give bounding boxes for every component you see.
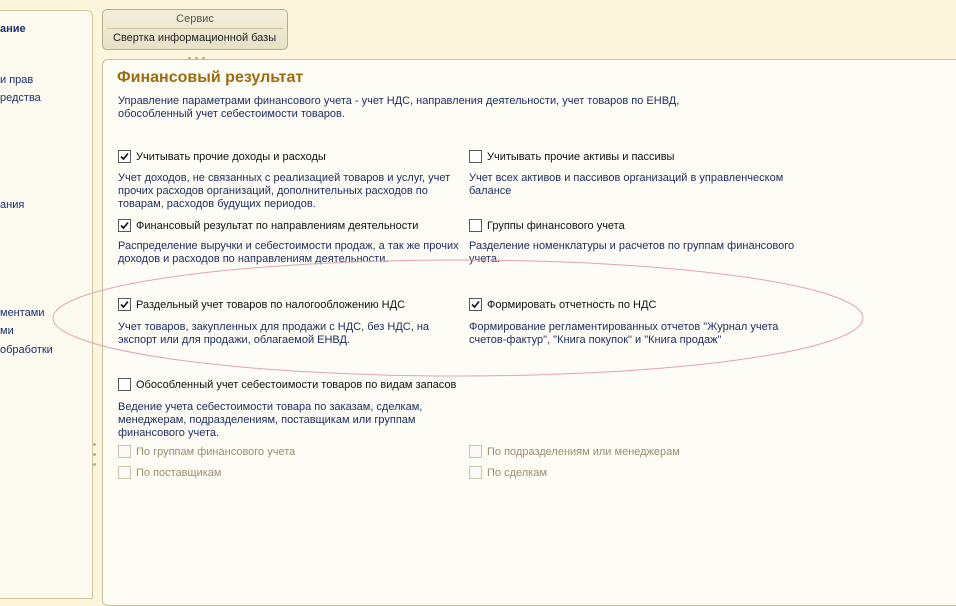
checkbox[interactable] (118, 298, 131, 311)
description-line: Формирование регламентированных отчетов … (469, 321, 779, 333)
description-line: Учет доходов, не связанных с реализацией… (118, 172, 451, 184)
option-other-assets-liabilities[interactable]: Учитывать прочие активы и пассивы (469, 150, 674, 163)
check-icon (120, 221, 129, 230)
option-separate-vat-accounting[interactable]: Раздельный учет товаров по налогообложен… (118, 298, 405, 311)
option-description: Разделение номенклатуры и расчетов по гр… (469, 240, 794, 266)
option-label: Раздельный учет товаров по налогообложен… (136, 298, 406, 311)
description-line: счетов-фактур", "Книга покупок" и "Книга… (469, 334, 722, 346)
option-description: Ведение учета себестоимости товара по за… (118, 401, 422, 440)
option-description: Учет товаров, закупленных для продажи с … (118, 321, 429, 347)
option-description: Учет всех активов и пассивов организаций… (469, 172, 783, 198)
nav-item-0[interactable]: ание (0, 23, 26, 35)
checkbox[interactable] (118, 219, 131, 232)
option-label: По подразделениям или менеджерам (487, 445, 680, 458)
checkbox[interactable] (469, 466, 482, 479)
option-label: Учитывать прочие доходы и расходы (136, 150, 326, 163)
option-separate-cost-accounting[interactable]: Обособленный учет себестоимости товаров … (118, 378, 456, 391)
check-icon (120, 152, 129, 161)
description-line: экспорт или для продажи, облагаемой ЕНВД… (118, 334, 351, 346)
description-line: финансового учета. (118, 427, 220, 439)
option-label: Формировать отчетность по НДС (487, 298, 657, 311)
option-vat-reports[interactable]: Формировать отчетность по НДС (469, 298, 656, 311)
nav-item-6[interactable]: обработки (0, 344, 53, 356)
nav-item-1[interactable]: и прав (0, 74, 33, 86)
description-line: учета. (469, 253, 501, 265)
check-icon (471, 300, 480, 309)
option-financial-groups[interactable]: Группы финансового учета (469, 219, 625, 232)
check-icon (120, 300, 129, 309)
checkbox[interactable] (469, 219, 482, 232)
option-description: Формирование регламентированных отчетов … (469, 321, 778, 347)
nav-item-5[interactable]: ми (0, 325, 14, 337)
option-description: Распределение выручки и себестоимости пр… (118, 240, 459, 266)
option-label: Группы финансового учета (487, 219, 625, 232)
description-line: Управление параметрами финансового учета… (118, 95, 680, 107)
service-panel: Сервис Свертка информационной базы (102, 9, 288, 50)
option-label: Обособленный учет себестоимости товаров … (136, 378, 457, 391)
section-description: Управление параметрами финансового учета… (118, 95, 679, 121)
option-result-by-activity[interactable]: Финансовый результат по направлениям дея… (118, 219, 418, 232)
section-title: Финансовый результат (117, 69, 304, 86)
option-description: Учет доходов, не связанных с реализацией… (118, 172, 450, 211)
checkbox[interactable] (469, 150, 482, 163)
description-line: Учет товаров, закупленных для продажи с … (118, 321, 430, 333)
description-line: Разделение номенклатуры и расчетов по гр… (469, 240, 795, 252)
checkbox[interactable] (469, 445, 482, 458)
nav-item-2[interactable]: редства (0, 92, 41, 104)
checkbox[interactable] (118, 150, 131, 163)
description-line: Распределение выручки и себестоимости пр… (118, 240, 459, 252)
nav-item-3[interactable]: ания (0, 199, 24, 211)
checkbox[interactable] (469, 298, 482, 311)
option-label: Учитывать прочие активы и пассивы (487, 150, 675, 163)
option-label: По поставщикам (136, 466, 222, 479)
option-label: Финансовый результат по направлениям дея… (136, 219, 419, 232)
checkbox[interactable] (118, 466, 131, 479)
option-label: По группам финансового учета (136, 445, 296, 458)
collapse-infobase-link[interactable]: Свертка информационной базы (113, 32, 276, 44)
description-line: Учет всех активов и пассивов организаций… (469, 172, 784, 184)
description-line: балансе (469, 185, 512, 197)
divider (107, 28, 283, 29)
nav-item-4[interactable]: ментами (0, 307, 45, 319)
description-line: доходов и расходов по направлениям деяте… (118, 253, 389, 265)
suboption-by-financial-groups[interactable]: По группам финансового учета (118, 445, 295, 458)
checkbox[interactable] (118, 445, 131, 458)
description-line: Ведение учета себестоимости товара по за… (118, 401, 423, 413)
option-label: По сделкам (487, 466, 547, 479)
suboption-by-deals[interactable]: По сделкам (469, 466, 547, 479)
service-panel-title: Сервис (176, 13, 214, 25)
checkbox[interactable] (118, 378, 131, 391)
option-other-income-expenses[interactable]: Учитывать прочие доходы и расходы (118, 150, 326, 163)
panel-splitter-handle[interactable] (93, 443, 97, 473)
financial-result-panel: Финансовый результат Управление параметр… (102, 59, 956, 606)
description-line: товарам, расходов будущих периодов. (118, 198, 316, 210)
suboption-by-departments-managers[interactable]: По подразделениям или менеджерам (469, 445, 680, 458)
description-line: обособленный учет себестоимости товаров. (118, 108, 345, 120)
description-line: менеджерам, подразделениям, поставщикам … (118, 414, 416, 426)
left-navigation-panel: ание и прав редства ания ментами ми обра… (0, 10, 93, 599)
suboption-by-suppliers[interactable]: По поставщикам (118, 466, 221, 479)
description-line: прочих расходов организаций, дополнитель… (118, 185, 428, 197)
